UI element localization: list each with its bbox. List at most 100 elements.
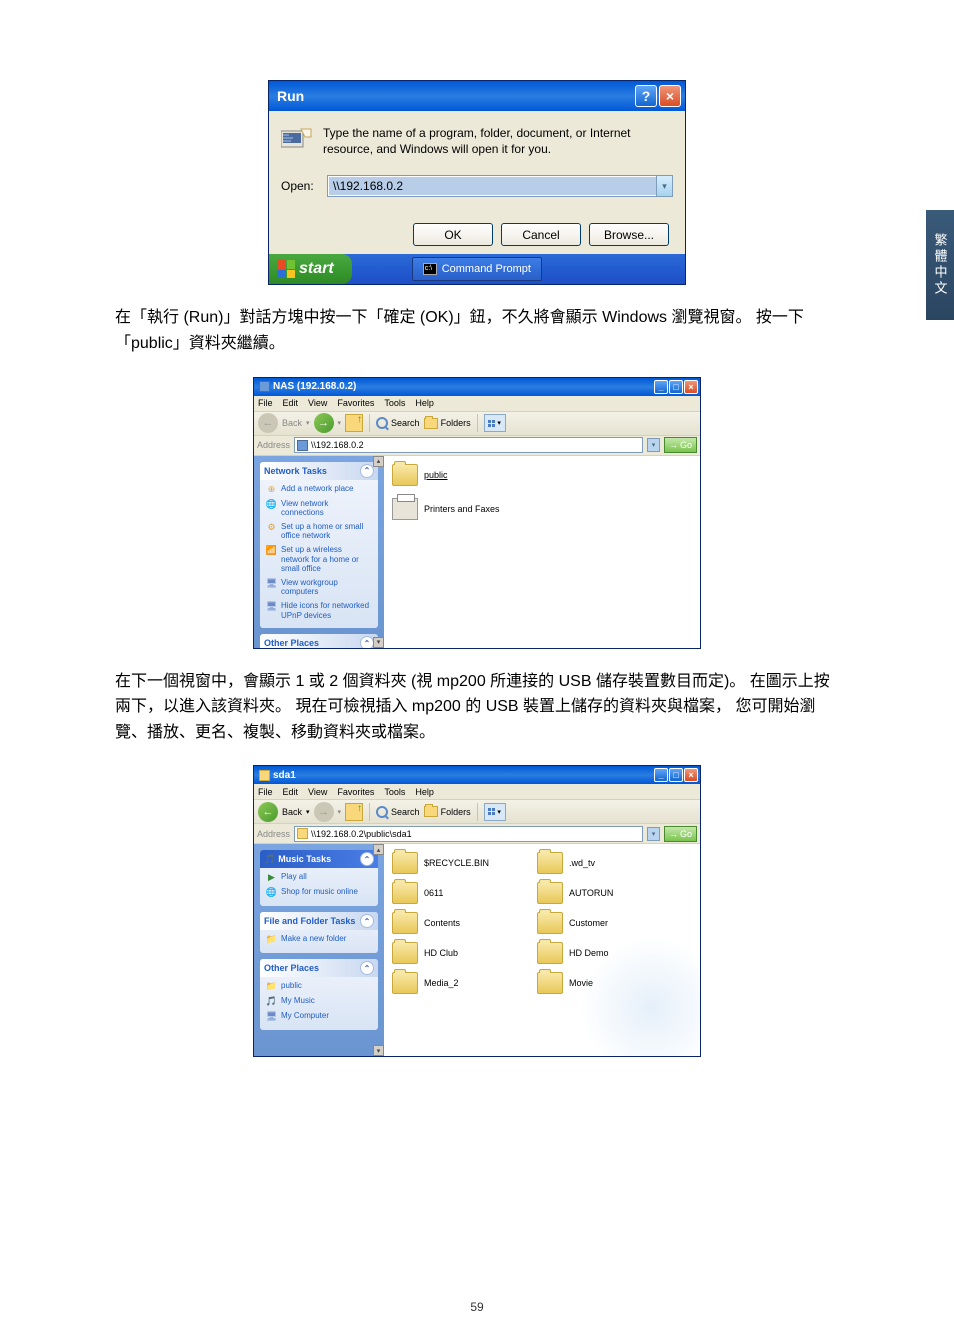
menu-favorites[interactable]: Favorites bbox=[337, 398, 374, 408]
folder-icon bbox=[259, 770, 270, 781]
folders-button[interactable]: Folders bbox=[424, 806, 471, 817]
folder-0611[interactable]: 0611 bbox=[392, 882, 517, 904]
folder-icon bbox=[392, 852, 418, 874]
windows-logo-icon bbox=[683, 397, 699, 411]
views-button[interactable]: ▾ bbox=[484, 414, 506, 432]
music-tasks-header[interactable]: 🎵Music Tasks ⌃ bbox=[260, 850, 378, 868]
place-my-music[interactable]: 🎵My Music bbox=[266, 996, 372, 1007]
open-input[interactable] bbox=[329, 177, 656, 195]
scroll-up[interactable]: ▴ bbox=[373, 456, 384, 467]
open-dropdown-arrow[interactable]: ▾ bbox=[656, 176, 672, 196]
help-button[interactable]: ? bbox=[635, 85, 657, 107]
address-dropdown[interactable]: ▾ bbox=[647, 438, 660, 452]
menu-edit[interactable]: Edit bbox=[283, 787, 299, 797]
run-title-text: Run bbox=[277, 88, 304, 104]
folder-hddemo[interactable]: HD Demo bbox=[537, 942, 662, 964]
folder-contents[interactable]: Contents bbox=[392, 912, 517, 934]
address-label: Address bbox=[257, 440, 290, 450]
folder-icon bbox=[537, 882, 563, 904]
collapse-icon[interactable]: ⌃ bbox=[360, 852, 374, 866]
task-view-connections[interactable]: 🌐View network connections bbox=[266, 499, 372, 518]
go-button[interactable]: → Go bbox=[664, 826, 697, 842]
search-button[interactable]: Search bbox=[376, 417, 420, 429]
address-input[interactable]: \\192.168.0.2 bbox=[294, 437, 643, 453]
menu-tools[interactable]: Tools bbox=[384, 787, 405, 797]
taskbar-cmd-item[interactable]: c:\ Command Prompt bbox=[412, 257, 542, 281]
folder-media2[interactable]: Media_2 bbox=[392, 972, 517, 994]
run-description: Type the name of a program, folder, docu… bbox=[323, 125, 673, 157]
folder-customer[interactable]: Customer bbox=[537, 912, 662, 934]
back-button[interactable]: ← bbox=[258, 413, 278, 433]
up-button[interactable] bbox=[345, 803, 363, 821]
folder-wdtv[interactable]: .wd_tv bbox=[537, 852, 662, 874]
menu-tools[interactable]: Tools bbox=[384, 398, 405, 408]
menu-help[interactable]: Help bbox=[415, 398, 434, 408]
back-button[interactable]: ← bbox=[258, 802, 278, 822]
task-setup-wireless[interactable]: 📶Set up a wireless network for a home or… bbox=[266, 545, 372, 574]
folder-autorun[interactable]: AUTORUN bbox=[537, 882, 662, 904]
explorer1-menubar: File Edit View Favorites Tools Help bbox=[254, 396, 700, 412]
place-public[interactable]: 📁public bbox=[266, 981, 372, 992]
cancel-button[interactable]: Cancel bbox=[501, 223, 581, 246]
maximize-button[interactable]: □ bbox=[669, 380, 683, 394]
explorer1-sidebar: ▴ Network Tasks ⌃ ⊕Add a network place 🌐… bbox=[254, 456, 384, 648]
other-places-header[interactable]: Other Places ⌃ bbox=[260, 634, 378, 647]
scroll-down[interactable]: ▾ bbox=[373, 637, 384, 648]
folders-button[interactable]: Folders bbox=[424, 418, 471, 429]
collapse-icon[interactable]: ⌃ bbox=[360, 914, 374, 928]
menu-view[interactable]: View bbox=[308, 398, 327, 408]
forward-button[interactable]: → bbox=[314, 413, 334, 433]
menu-favorites[interactable]: Favorites bbox=[337, 787, 374, 797]
printers-and-faxes[interactable]: Printers and Faxes bbox=[392, 498, 542, 520]
address-input[interactable]: \\192.168.0.2\public\sda1 bbox=[294, 826, 643, 842]
collapse-icon[interactable]: ⌃ bbox=[360, 961, 374, 975]
taskbar: start c:\ Command Prompt bbox=[269, 254, 685, 284]
task-hide-upnp[interactable]: 🖥Hide icons for networked UPnP devices bbox=[266, 601, 372, 620]
task-shop-music[interactable]: 🌐Shop for music online bbox=[266, 887, 372, 898]
go-button[interactable]: → Go bbox=[664, 437, 697, 453]
browse-button[interactable]: Browse... bbox=[589, 223, 669, 246]
folder-hdclub[interactable]: HD Club bbox=[392, 942, 517, 964]
address-dropdown[interactable]: ▾ bbox=[647, 827, 660, 841]
minimize-button[interactable]: _ bbox=[654, 768, 668, 782]
place-my-computer[interactable]: 🖥My Computer bbox=[266, 1011, 372, 1022]
menu-file[interactable]: File bbox=[258, 787, 273, 797]
task-setup-network[interactable]: ⚙Set up a home or small office network bbox=[266, 522, 372, 541]
collapse-icon[interactable]: ⌃ bbox=[360, 464, 374, 478]
minimize-button[interactable]: _ bbox=[654, 380, 668, 394]
folder-movie[interactable]: Movie bbox=[537, 972, 662, 994]
computer-icon bbox=[259, 381, 270, 392]
views-button[interactable]: ▾ bbox=[484, 803, 506, 821]
explorer1-content: public Printers and Faxes bbox=[384, 456, 700, 648]
close-button[interactable]: × bbox=[659, 85, 681, 107]
task-play-all[interactable]: ▶Play all bbox=[266, 872, 372, 883]
close-button[interactable]: × bbox=[684, 380, 698, 394]
run-dialog: Run ? × Type the name of a program, fold… bbox=[268, 80, 686, 285]
forward-button[interactable]: → bbox=[314, 802, 334, 822]
close-button[interactable]: × bbox=[684, 768, 698, 782]
search-button[interactable]: Search bbox=[376, 806, 420, 818]
task-add-network-place[interactable]: ⊕Add a network place bbox=[266, 484, 372, 495]
maximize-button[interactable]: □ bbox=[669, 768, 683, 782]
start-button[interactable]: start bbox=[269, 254, 352, 284]
menu-file[interactable]: File bbox=[258, 398, 273, 408]
other-places-header[interactable]: Other Places ⌃ bbox=[260, 959, 378, 977]
scroll-down[interactable]: ▾ bbox=[373, 1045, 384, 1056]
ok-button[interactable]: OK bbox=[413, 223, 493, 246]
network-icon bbox=[297, 440, 308, 451]
scroll-up[interactable]: ▴ bbox=[373, 844, 384, 855]
network-tasks-header[interactable]: Network Tasks ⌃ bbox=[260, 462, 378, 480]
folder-icon bbox=[392, 972, 418, 994]
collapse-icon[interactable]: ⌃ bbox=[360, 636, 374, 647]
up-button[interactable] bbox=[345, 414, 363, 432]
menu-edit[interactable]: Edit bbox=[283, 398, 299, 408]
file-tasks-header[interactable]: File and Folder Tasks ⌃ bbox=[260, 912, 378, 930]
task-view-workgroup[interactable]: 🖥View workgroup computers bbox=[266, 578, 372, 597]
side-language-tab: 繁體中文 bbox=[926, 210, 954, 320]
folder-public[interactable]: public bbox=[392, 464, 542, 486]
open-combobox[interactable]: ▾ bbox=[327, 175, 673, 197]
menu-help[interactable]: Help bbox=[415, 787, 434, 797]
task-new-folder[interactable]: 📁Make a new folder bbox=[266, 934, 372, 945]
menu-view[interactable]: View bbox=[308, 787, 327, 797]
folder-recycle[interactable]: $RECYCLE.BIN bbox=[392, 852, 517, 874]
